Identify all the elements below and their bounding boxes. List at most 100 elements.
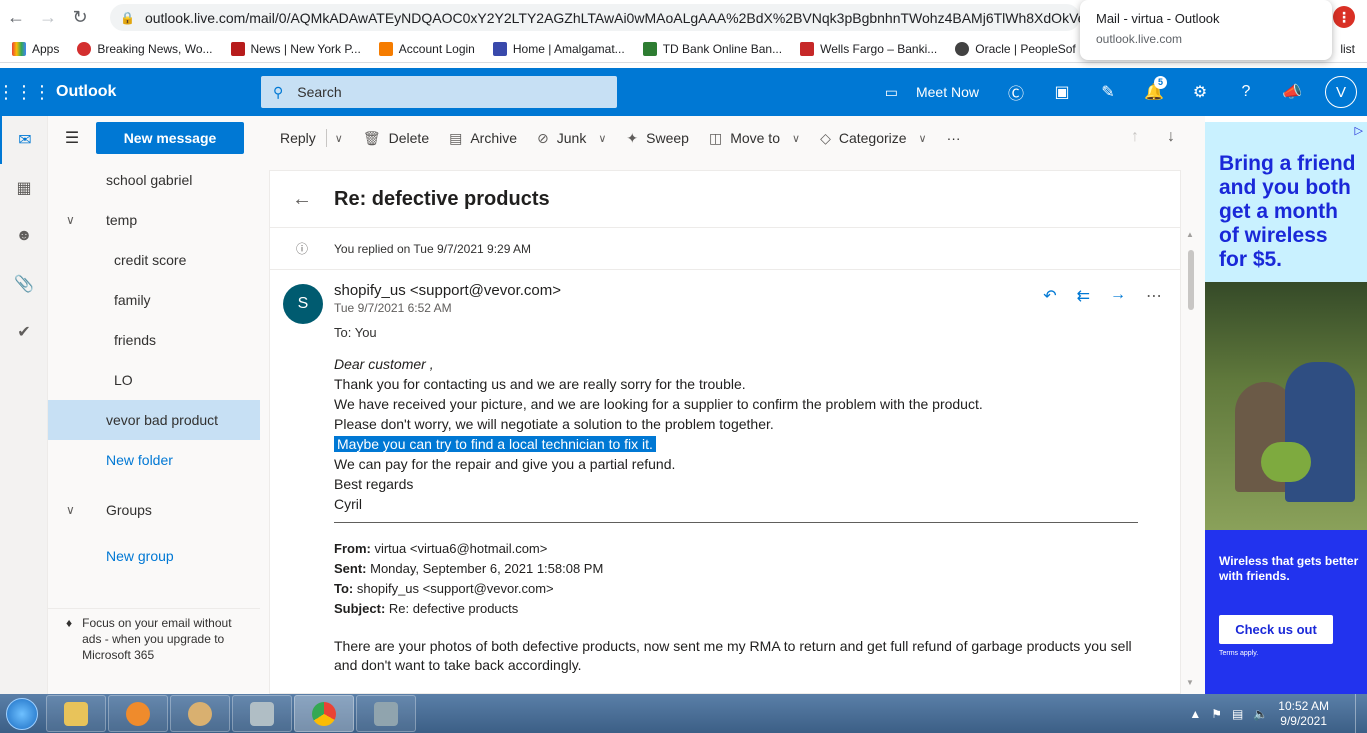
more-options-icon[interactable]: ⋯ [1146,286,1162,306]
bookmark-item[interactable]: Home | Amalgamat... [492,41,625,56]
delete-button[interactable]: 🗑 Delete [363,130,429,147]
reading-scrollbar[interactable]: ▲ ▼ [1184,228,1198,690]
taskbar-remote-desktop[interactable] [356,695,416,732]
ad-cta-button[interactable]: Check us out [1219,615,1333,644]
flag-icon[interactable]: ⚑ [1211,707,1222,721]
feedback-megaphone-icon[interactable]: 📣 [1269,68,1315,116]
folder-item[interactable]: LO [48,360,260,400]
bookmark-favicon-icon [642,41,657,56]
notification-badge: 5 [1154,76,1167,89]
hamburger-menu-icon[interactable]: ☰ [48,128,96,148]
folder-item[interactable]: friends [48,320,260,360]
chevron-down-icon[interactable]: ∨ [66,503,75,517]
address-bar[interactable]: 🔒 outlook.live.com/mail/0/AQMkADAwATEyND… [110,4,1080,31]
people-icon[interactable]: ☻ [0,212,48,260]
calendar-icon[interactable]: ▦ [0,164,48,212]
folder-item[interactable]: school gabriel [48,160,260,200]
scroll-thumb[interactable] [1188,250,1194,310]
taskbar-explorer[interactable] [46,695,106,732]
more-actions-button[interactable]: ··· [947,130,961,146]
browser-menu-icon[interactable]: ⋮ [1333,6,1355,28]
folder-item[interactable]: ∨ temp [48,200,260,240]
clock[interactable]: 10:52 AM 9/9/2021 [1278,699,1329,729]
adchoices-icon[interactable]: ▷ [1355,124,1363,137]
reading-pane: ← Re: defective products ⓘ You replied o… [269,170,1181,694]
reload-icon[interactable]: ↻ [64,2,96,34]
quoted-from: virtua <virtua6@hotmail.com> [374,541,548,556]
forward-icon[interactable]: → [32,2,64,34]
new-folder-link[interactable]: New folder [48,440,260,480]
sweep-button[interactable]: ✦ Sweep [626,130,689,147]
previous-item-icon[interactable]: ↑ [1131,128,1139,146]
broom-icon: ✦ [626,129,639,146]
new-message-button[interactable]: New message [96,122,244,154]
folder-item[interactable]: credit score [48,240,260,280]
tray-expand-icon[interactable]: ▲ [1189,707,1201,721]
taskbar-calculator[interactable] [232,695,292,732]
forward-icon[interactable]: → [1110,286,1126,306]
chrome-icon [312,701,336,726]
archive-button[interactable]: ▤ Archive [449,130,517,147]
reading-list-link[interactable]: list [1340,42,1355,56]
taskbar-chrome[interactable] [294,695,354,732]
chevron-down-icon[interactable]: ∨ [66,213,75,227]
search-input[interactable]: ⚲ Search [261,76,617,108]
my-day-icon[interactable]: ✎ [1085,68,1131,116]
folder-item-selected[interactable]: vevor bad product [48,400,260,440]
taskbar-paint[interactable] [170,695,230,732]
start-button[interactable] [0,694,44,733]
office-icon[interactable]: ▣ [1039,68,1085,116]
notifications-bell-icon[interactable]: 🔔 5 [1131,68,1177,116]
app-launcher-icon[interactable]: ⋮⋮⋮ [0,68,51,116]
bookmark-favicon-icon [955,41,970,56]
email-subject: Re: defective products [334,187,550,210]
sender-avatar[interactable]: S [283,284,323,324]
reply-all-icon[interactable]: ⇇ [1077,286,1090,306]
network-icon[interactable]: ▤ [1232,707,1243,721]
junk-button[interactable]: ⊘ Junk ∨ [537,130,606,147]
back-arrow-icon[interactable]: ← [270,188,334,211]
bookmark-item[interactable]: Wells Fargo – Banki... [800,41,937,56]
app-title[interactable]: Outlook [56,83,116,101]
bookmark-favicon-icon [230,41,245,56]
attachment-icon[interactable]: 📎 [0,260,48,308]
show-desktop-button[interactable] [1355,694,1367,733]
help-icon[interactable]: ? [1223,68,1269,116]
reply-button[interactable]: Reply [280,130,316,146]
reply-dropdown[interactable]: ∨ [335,132,343,145]
folder-item[interactable]: family [48,280,260,320]
ad-vegetables [1261,442,1311,482]
bookmark-item[interactable]: Account Login [378,41,475,56]
bookmark-item[interactable]: Breaking News, Wo... [77,41,213,56]
groups-header[interactable]: ∨ Groups [48,490,260,530]
command-bar: Reply ∨ 🗑 Delete ▤ Archive ⊘ Junk ∨ ✦ Sweep ◫… [260,116,1205,160]
reply-icon[interactable]: ↶ [1043,286,1056,306]
scroll-up-icon[interactable]: ▲ [1186,230,1194,239]
ad-subtext: Wireless that gets better with friends. [1219,554,1359,583]
to-line: To: You [334,325,377,340]
media-player-icon [126,701,150,726]
categorize-button[interactable]: ◇ Categorize ∨ [820,130,927,147]
back-icon[interactable]: ← [0,2,32,34]
upsell-banner[interactable]: ♦ Focus on your email without ads - when… [48,608,260,663]
bookmark-item[interactable]: News | New York P... [230,41,361,56]
scroll-down-icon[interactable]: ▼ [1186,678,1194,687]
settings-gear-icon[interactable]: ⚙ [1177,68,1223,116]
skype-icon[interactable]: Ⓒ [993,68,1039,116]
tab-hover-card: Mail - virtua - Outlook outlook.live.com [1080,0,1332,60]
calculator-icon [250,701,274,726]
mail-icon[interactable]: ✉ [0,116,48,164]
move-to-button[interactable]: ◫ Move to ∨ [709,130,800,147]
advertisement[interactable]: ▷ Bring a friend and you both get a mont… [1205,122,1367,694]
todo-check-icon[interactable]: ✔ [0,308,48,356]
new-group-link[interactable]: New group [48,536,260,576]
next-item-icon[interactable]: ↓ [1167,128,1175,146]
bookmark-item[interactable]: TD Bank Online Ban... [642,41,782,56]
account-avatar[interactable]: V [1325,76,1357,108]
greeting: Dear customer , [334,356,434,372]
bookmark-apps[interactable]: Apps [12,41,59,56]
volume-icon[interactable]: 🔈 [1253,707,1268,721]
meet-now-button[interactable]: ▭ Meet Now [885,84,979,101]
bookmark-item[interactable]: Oracle | PeopleSof [955,41,1076,56]
taskbar-media-player[interactable] [108,695,168,732]
